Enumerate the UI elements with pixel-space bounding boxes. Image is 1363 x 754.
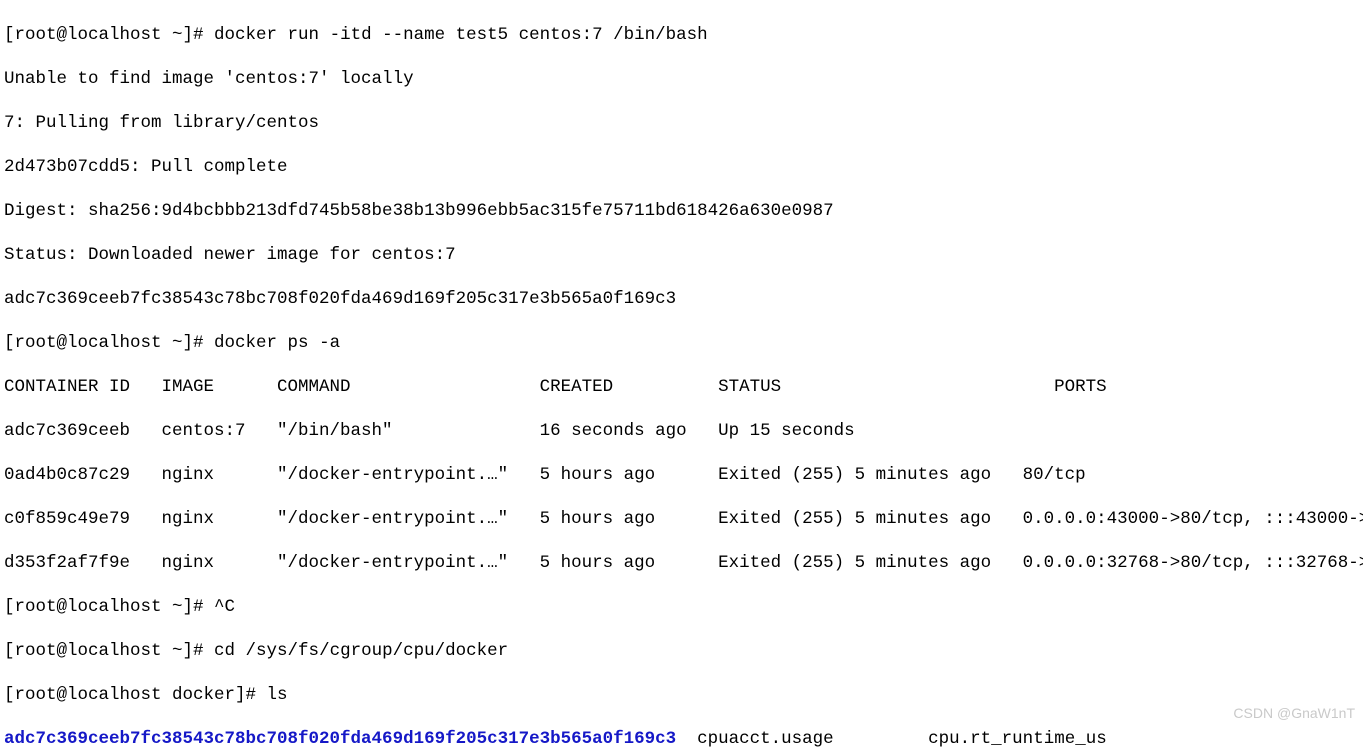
watermark-text: CSDN @GnaW1nT bbox=[1233, 702, 1355, 724]
prompt-line: [root@localhost ~]# ^C bbox=[4, 596, 1359, 618]
ls-file: cpu.rt_runtime_us bbox=[928, 729, 1107, 749]
prompt: [root@localhost ~]# bbox=[4, 25, 214, 45]
ctrl-c: ^C bbox=[214, 597, 235, 617]
prompt-line: [root@localhost ~]# docker run -itd --na… bbox=[4, 24, 1359, 46]
prompt: [root@localhost ~]# bbox=[4, 333, 214, 353]
prompt: [root@localhost ~]# bbox=[4, 641, 214, 661]
directory-link: adc7c369ceeb7fc38543c78bc708f020fda469d1… bbox=[4, 729, 676, 749]
output-line: 7: Pulling from library/centos bbox=[4, 112, 1359, 134]
command-text: ls bbox=[267, 685, 288, 705]
output-line: adc7c369ceeb7fc38543c78bc708f020fda469d1… bbox=[4, 288, 1359, 310]
ps-header: CONTAINER ID IMAGE COMMAND CREATED STATU… bbox=[4, 376, 1359, 398]
prompt-line: [root@localhost ~]# docker ps -a bbox=[4, 332, 1359, 354]
prompt: [root@localhost docker]# bbox=[4, 685, 267, 705]
prompt: [root@localhost ~]# bbox=[4, 597, 214, 617]
prompt-line: [root@localhost ~]# cd /sys/fs/cgroup/cp… bbox=[4, 640, 1359, 662]
ps-row: c0f859c49e79 nginx "/docker-entrypoint.…… bbox=[4, 508, 1359, 530]
output-line: Unable to find image 'centos:7' locally bbox=[4, 68, 1359, 90]
ps-row: adc7c369ceeb centos:7 "/bin/bash" 16 sec… bbox=[4, 420, 1359, 442]
command-text: docker ps -a bbox=[214, 333, 340, 353]
ps-row: d353f2af7f9e nginx "/docker-entrypoint.…… bbox=[4, 552, 1359, 574]
ps-row: 0ad4b0c87c29 nginx "/docker-entrypoint.…… bbox=[4, 464, 1359, 486]
ls-file: cpuacct.usage bbox=[697, 729, 834, 749]
command-text: docker run -itd --name test5 centos:7 /b… bbox=[214, 25, 708, 45]
ls-row: adc7c369ceeb7fc38543c78bc708f020fda469d1… bbox=[4, 728, 1359, 750]
output-line: Digest: sha256:9d4bcbbb213dfd745b58be38b… bbox=[4, 200, 1359, 222]
prompt-line: [root@localhost docker]# ls bbox=[4, 684, 1359, 706]
output-line: 2d473b07cdd5: Pull complete bbox=[4, 156, 1359, 178]
output-line: Status: Downloaded newer image for cento… bbox=[4, 244, 1359, 266]
command-text: cd /sys/fs/cgroup/cpu/docker bbox=[214, 641, 508, 661]
terminal-output[interactable]: [root@localhost ~]# docker run -itd --na… bbox=[0, 0, 1363, 754]
